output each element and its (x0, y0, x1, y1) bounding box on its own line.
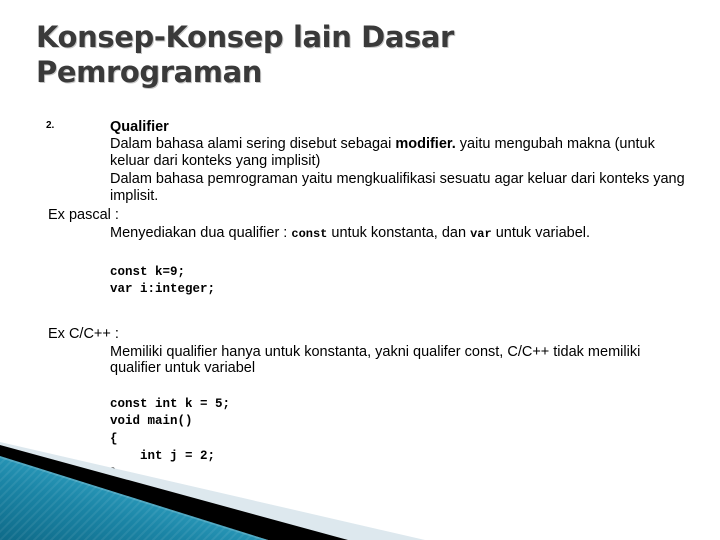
pascal-example-label: Ex pascal : (48, 207, 119, 223)
slide-body: 2. Qualifier Dalam bahasa alami sering d… (0, 118, 720, 483)
page-title: Konsep-Konsep lain Dasar Pemrograman (36, 20, 454, 89)
cpp-example-label: Ex C/C++ : (48, 325, 119, 342)
list-item: 2. Qualifier (0, 118, 720, 136)
slide-canvas: Konsep-Konsep lain Dasar Pemrograman 2. … (0, 0, 720, 540)
list-item-heading: Qualifier (110, 119, 169, 135)
pascal-desc-part-3: untuk variabel. (491, 225, 591, 241)
paragraph-text-emphasis: modifier. (395, 136, 456, 152)
pascal-desc-part-1: Menyediakan dua qualifier : (110, 225, 292, 241)
cpp-code-block: const int k = 5; void main() { int j = 2… (110, 396, 231, 481)
pascal-keyword-const: const (291, 227, 328, 241)
pascal-code-block: const k=9; var i:integer; (110, 264, 216, 297)
pascal-keyword-var: var (470, 227, 492, 241)
paragraph-text-before: Dalam bahasa alami sering disebut sebaga… (110, 136, 396, 152)
paragraph-programming: Dalam bahasa pemrograman yaitu mengkuali… (110, 171, 685, 204)
pascal-example-description: Menyediakan dua qualifier : const untuk … (110, 225, 686, 243)
cpp-example-description: Memiliki qualifier hanya untuk konstanta… (110, 343, 641, 377)
paragraph-modifier: Dalam bahasa alami sering disebut sebaga… (110, 136, 686, 169)
list-item-number: 2. (46, 120, 55, 131)
pascal-desc-part-2: untuk konstanta, dan (327, 225, 471, 241)
